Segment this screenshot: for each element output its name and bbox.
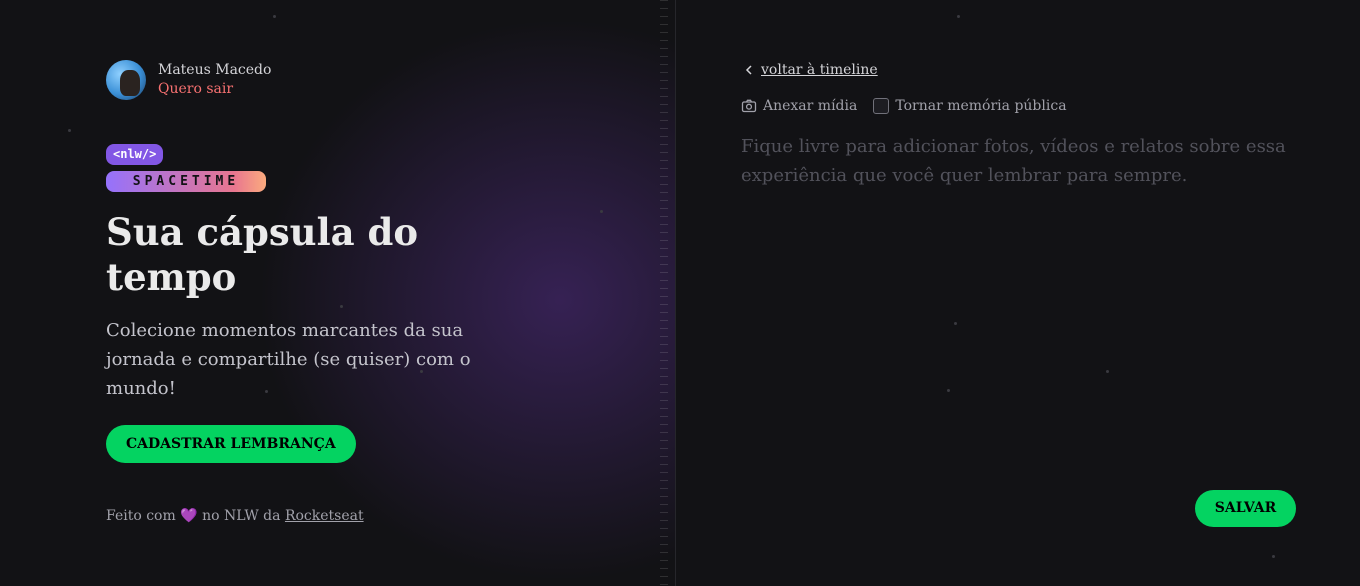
hero-subtitle: Colecione momentos marcantes da sua jorn…	[106, 320, 471, 399]
star	[273, 15, 276, 18]
rocketseat-link[interactable]: Rocketseat	[285, 508, 364, 524]
star	[1272, 555, 1275, 558]
user-profile: Mateus Macedo Quero sair	[106, 60, 271, 100]
star	[68, 129, 71, 132]
user-name: Mateus Macedo	[158, 62, 272, 78]
footer-middle: no NLW da	[202, 508, 281, 524]
public-memory-option[interactable]: Tornar memória pública	[873, 96, 1067, 116]
star	[340, 305, 343, 308]
avatar[interactable]	[106, 60, 146, 100]
save-button[interactable]: SALVAR	[1195, 490, 1296, 527]
heart-icon: 💜	[180, 508, 198, 524]
memory-content-input[interactable]	[741, 132, 1321, 452]
public-memory-checkbox[interactable]	[873, 98, 890, 114]
attach-media-button[interactable]: Anexar mídia	[741, 96, 857, 116]
back-label: voltar à timeline	[761, 62, 878, 78]
star	[957, 15, 960, 18]
back-to-timeline-link[interactable]: voltar à timeline	[743, 60, 878, 80]
add-memory-button[interactable]: CADASTRAR LEMBRANÇA	[106, 425, 356, 463]
footer: Feito com 💜 no NLW da Rocketseat	[106, 506, 364, 526]
camera-icon	[741, 99, 757, 113]
memory-options: Anexar mídia Tornar memória pública	[741, 96, 1067, 116]
star	[600, 210, 603, 213]
attach-media-label: Anexar mídia	[763, 98, 858, 114]
logo-word: SPACETIME	[106, 171, 266, 192]
footer-prefix: Feito com	[106, 508, 176, 524]
stripes-decoration	[660, 0, 668, 586]
left-panel: Mateus Macedo Quero sair <nlw/> SPACETIM…	[0, 0, 676, 586]
logo-tag: <nlw/>	[106, 144, 164, 165]
public-memory-label: Tornar memória pública	[895, 98, 1067, 114]
right-panel: voltar à timeline Anexar mídia Tornar me…	[677, 0, 1360, 586]
hero-title: Sua cápsula do tempo	[106, 210, 419, 299]
logout-link[interactable]: Quero sair	[158, 80, 271, 99]
chevron-left-icon	[745, 65, 752, 75]
spacetime-logo: <nlw/> SPACETIME	[106, 143, 266, 192]
